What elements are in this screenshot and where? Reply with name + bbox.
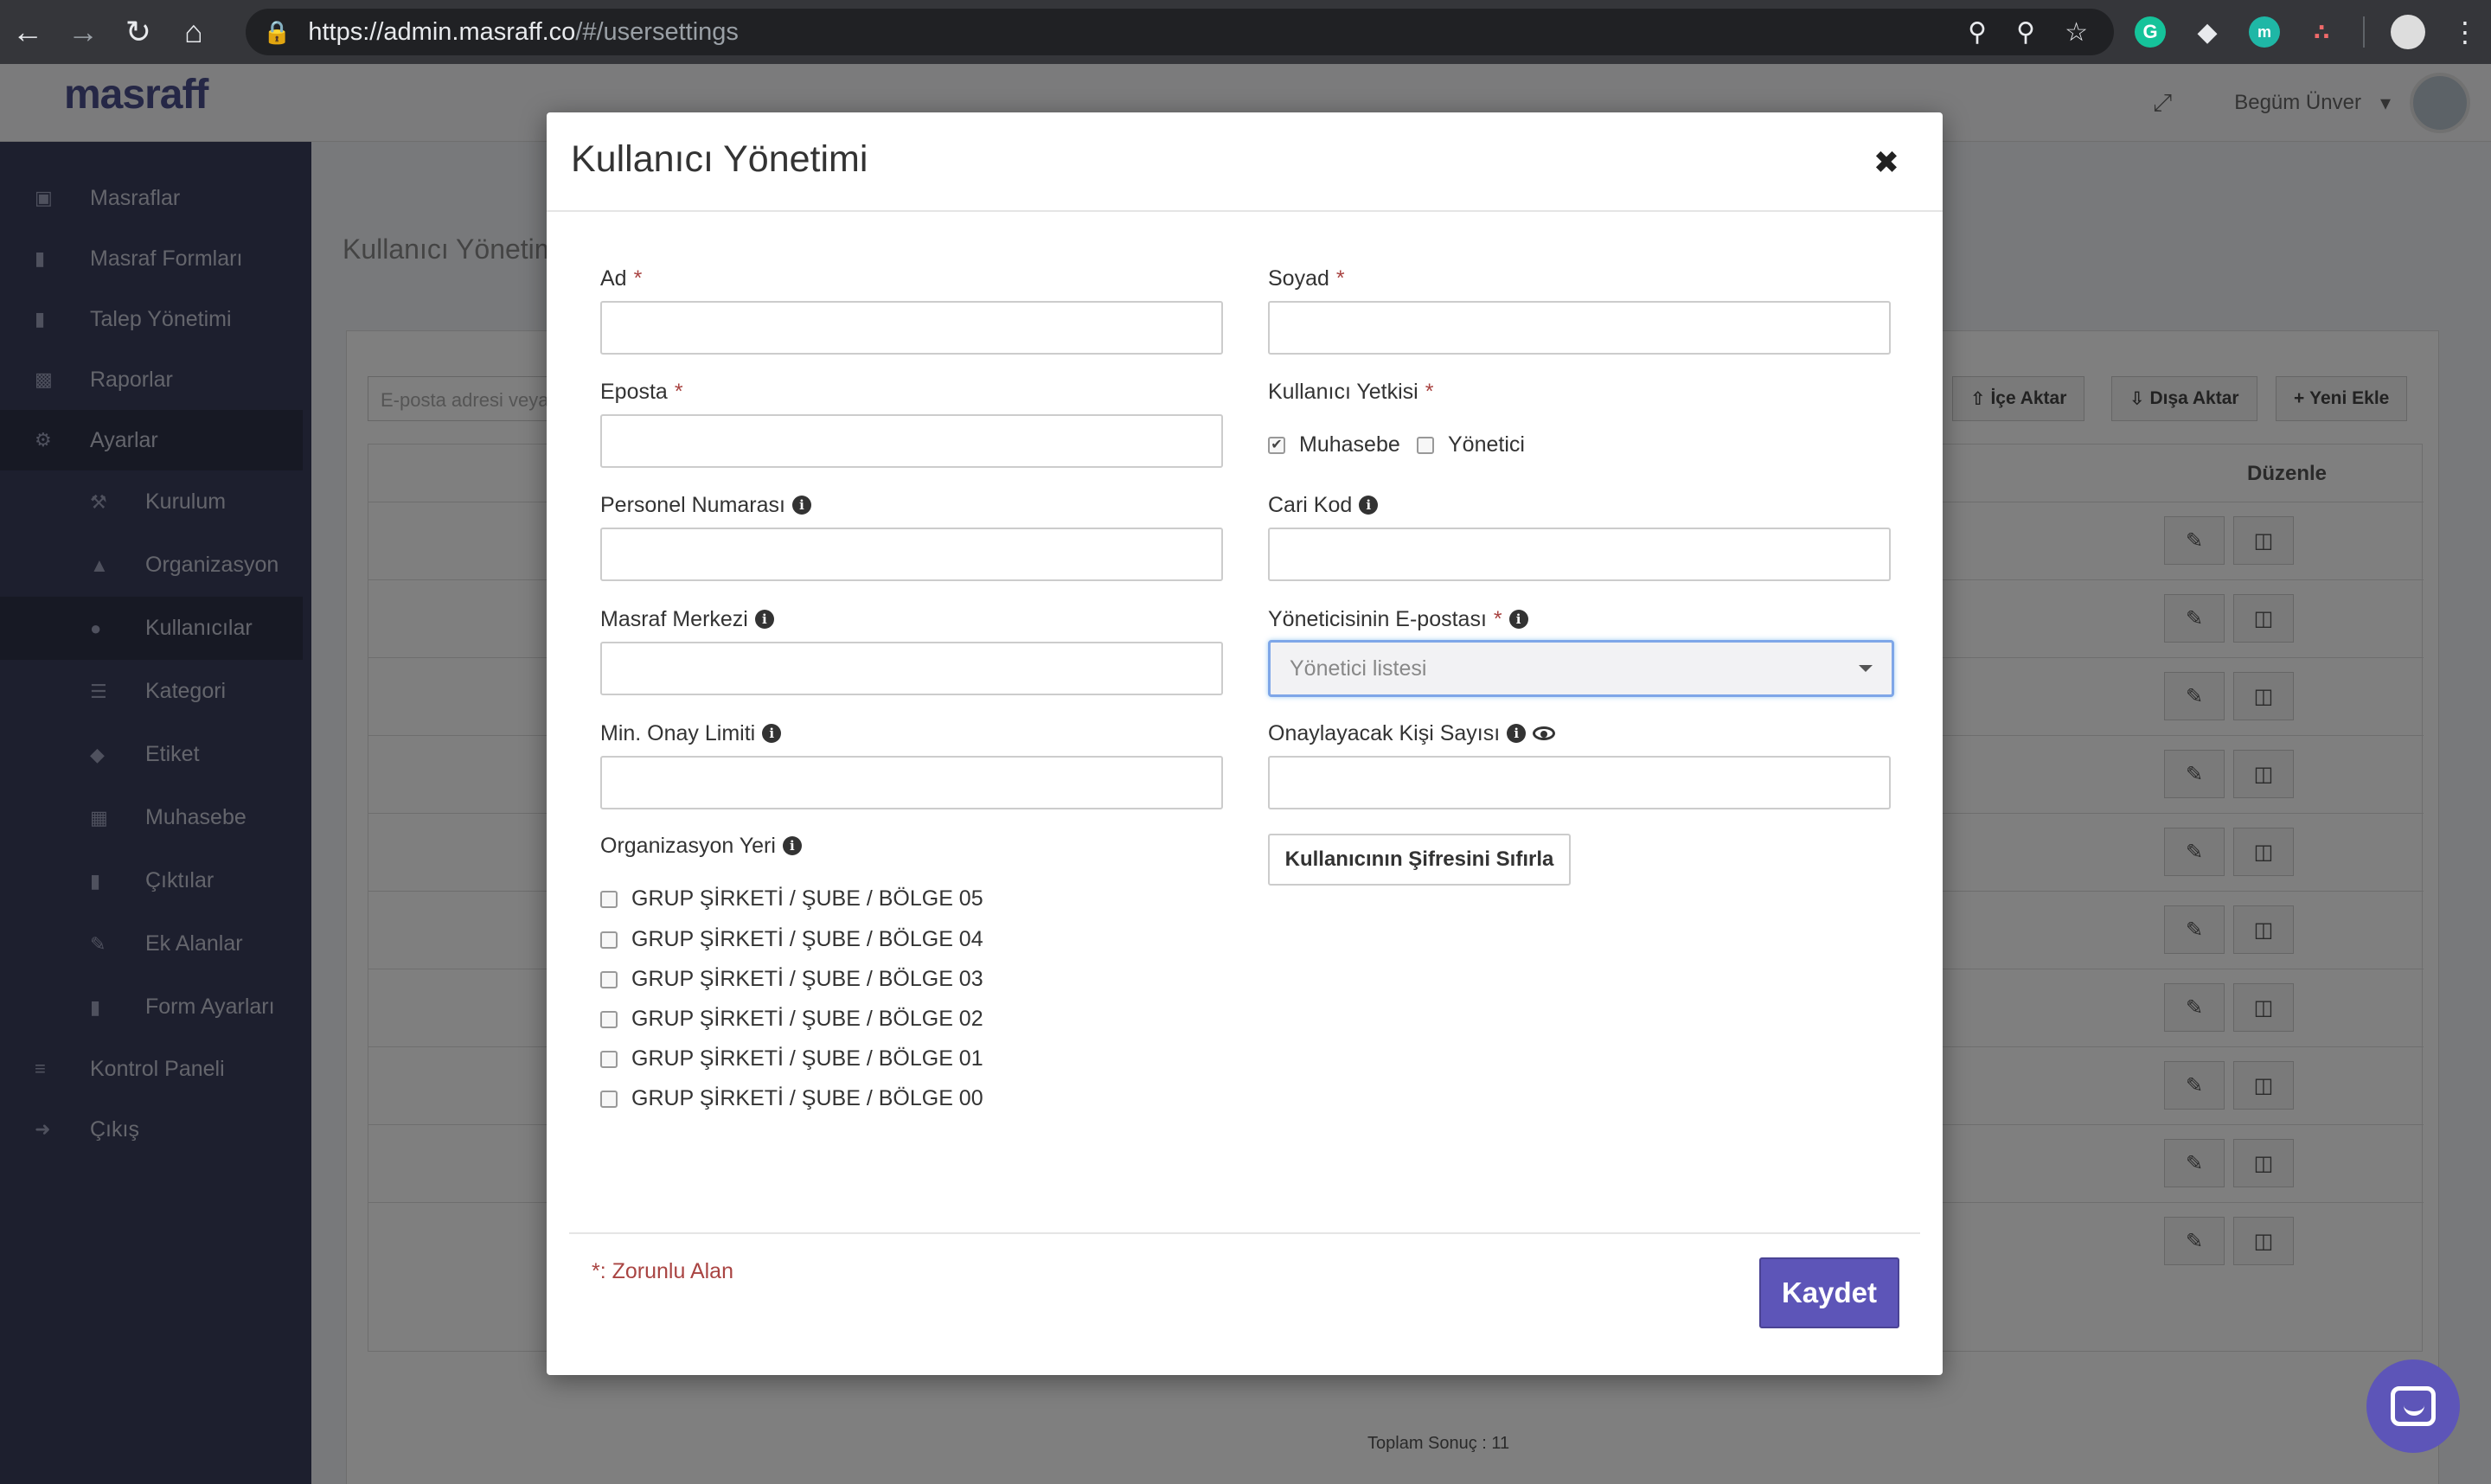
last-name-input[interactable]	[1268, 301, 1891, 355]
first-name-label: Ad	[600, 265, 627, 291]
checkbox-unchecked[interactable]	[600, 970, 618, 988]
org-option[interactable]: GRUP ŞİRKETİ / ŞUBE / BÖLGE 03	[600, 967, 983, 992]
cost-center-label: Masraf Merkezi	[600, 606, 748, 631]
min-approval-field: Min. Onay Limiti i	[600, 720, 1223, 809]
menu-dots-icon[interactable]: ⋮	[2451, 16, 2479, 48]
lock-icon: 🔒	[263, 18, 291, 45]
org-option[interactable]: GRUP ŞİRKETİ / ŞUBE / BÖLGE 04	[600, 927, 983, 952]
org-option[interactable]: GRUP ŞİRKETİ / ŞUBE / BÖLGE 05	[600, 886, 983, 912]
checkbox-unchecked[interactable]	[600, 931, 618, 949]
info-icon[interactable]: i	[1507, 724, 1527, 743]
min-approval-label: Min. Onay Limiti	[600, 720, 756, 745]
extension-m-icon[interactable]: m	[2249, 16, 2280, 48]
modal-footer-divider	[569, 1232, 1920, 1234]
org-option[interactable]: GRUP ŞİRKETİ / ŞUBE / BÖLGE 00	[600, 1086, 983, 1111]
manager-select-placeholder: Yönetici listesi	[1290, 656, 1427, 681]
approver-count-label: Onaylayacak Kişi Sayısı	[1268, 720, 1501, 745]
modal-title: Kullanıcı Yönetimi	[571, 138, 868, 180]
profile-avatar[interactable]	[2391, 15, 2425, 49]
permission-label: Kullanıcı Yetkisi	[1268, 379, 1418, 404]
last-name-field: Soyad *	[1268, 265, 1891, 355]
approver-count-input[interactable]	[1268, 756, 1891, 809]
org-option-label: GRUP ŞİRKETİ / ŞUBE / BÖLGE 01	[631, 1046, 983, 1071]
info-icon[interactable]: i	[762, 724, 782, 743]
email-input[interactable]	[600, 414, 1223, 468]
info-icon[interactable]: i	[1508, 610, 1528, 629]
chat-launcher-button[interactable]	[2366, 1359, 2460, 1453]
permission-muhasebe[interactable]: ✔ Muhasebe	[1268, 432, 1400, 457]
required-mark: *	[633, 265, 643, 291]
zoom-icon[interactable]: ⚲	[2016, 17, 2035, 48]
personnel-number-label: Personel Numarası	[600, 492, 785, 517]
org-option-label: GRUP ŞİRKETİ / ŞUBE / BÖLGE 02	[631, 1007, 983, 1031]
info-icon[interactable]: i	[782, 836, 802, 855]
back-icon[interactable]: ←	[0, 0, 55, 64]
required-mark: *	[1335, 265, 1345, 291]
star-icon[interactable]: ☆	[2065, 17, 2088, 48]
info-icon[interactable]: i	[754, 610, 774, 629]
chat-icon	[2391, 1386, 2436, 1426]
required-mark: *	[1493, 606, 1502, 631]
checkbox-unchecked[interactable]	[600, 1010, 618, 1028]
approver-count-field: Onaylayacak Kişi Sayısı i	[1268, 720, 1891, 809]
browser-toolbar: ← → ↻ ⌂ 🔒 https://admin.masraff.co/#/use…	[0, 0, 2491, 64]
checkbox-unchecked[interactable]	[600, 890, 618, 908]
close-icon[interactable]: ✖	[1873, 147, 1899, 178]
eye-icon[interactable]	[1533, 726, 1556, 740]
org-option[interactable]: GRUP ŞİRKETİ / ŞUBE / BÖLGE 01	[600, 1046, 983, 1071]
user-management-modal: Kullanıcı Yönetimi ✖ Ad * Soyad * Eposta * …	[547, 112, 1943, 1375]
gem-icon[interactable]: ◆	[2192, 16, 2223, 48]
org-option-label: GRUP ŞİRKETİ / ŞUBE / BÖLGE 03	[631, 967, 983, 991]
org-option-label: GRUP ŞİRKETİ / ŞUBE / BÖLGE 00	[631, 1086, 983, 1110]
first-name-input[interactable]	[600, 301, 1223, 355]
permission-yonetici[interactable]: Yönetici	[1417, 432, 1525, 457]
reset-password-button[interactable]: Kullanıcının Şifresini Sıfırla	[1268, 834, 1571, 886]
personnel-number-field: Personel Numarası i	[600, 491, 1223, 581]
email-field: Eposta *	[600, 378, 1223, 468]
org-option[interactable]: GRUP ŞİRKETİ / ŞUBE / BÖLGE 02	[600, 1007, 983, 1032]
checkbox-unchecked[interactable]	[600, 1090, 618, 1108]
manager-email-select[interactable]: Yönetici listesi	[1268, 640, 1894, 697]
cost-center-field: Masraf Merkezi i	[600, 605, 1223, 695]
address-bar[interactable]: 🔒 https://admin.masraff.co/#/usersetting…	[246, 9, 2114, 55]
info-icon[interactable]: i	[1359, 496, 1379, 515]
required-mark: *	[674, 379, 683, 404]
asana-icon[interactable]: ∴	[2306, 16, 2337, 48]
caret-down-icon	[1859, 665, 1873, 672]
permission-yonetici-label: Yönetici	[1448, 432, 1525, 457]
permission-field: Kullanıcı Yetkisi *	[1268, 378, 1891, 406]
home-icon[interactable]: ⌂	[166, 0, 221, 64]
modal-header: Kullanıcı Yönetimi ✖	[547, 112, 1943, 212]
forward-icon[interactable]: →	[55, 0, 111, 64]
account-code-field: Cari Kod i	[1268, 491, 1891, 581]
manager-email-field: Yöneticisinin E-postası * i Yönetici liste…	[1268, 605, 1894, 697]
required-mark: *	[1425, 379, 1434, 404]
first-name-field: Ad *	[600, 265, 1223, 355]
email-label: Eposta	[600, 379, 668, 404]
info-icon[interactable]: i	[791, 496, 811, 515]
checkbox-checked[interactable]: ✔	[1268, 436, 1285, 454]
checkbox-unchecked[interactable]	[600, 1050, 618, 1068]
url-text: https://admin.masraff.co/#/usersettings	[308, 17, 739, 46]
min-approval-input[interactable]	[600, 756, 1223, 809]
org-option-label: GRUP ŞİRKETİ / ŞUBE / BÖLGE 04	[631, 927, 983, 951]
manager-email-label: Yöneticisinin E-postası	[1268, 606, 1487, 631]
account-code-label: Cari Kod	[1268, 492, 1353, 517]
personnel-number-input[interactable]	[600, 528, 1223, 581]
cost-center-input[interactable]	[600, 642, 1223, 695]
toolbar-divider	[2363, 16, 2365, 48]
reload-icon[interactable]: ↻	[111, 0, 166, 64]
required-note: *: Zorunlu Alan	[592, 1259, 733, 1283]
grammarly-icon[interactable]: G	[2135, 16, 2166, 48]
last-name-label: Soyad	[1268, 265, 1329, 291]
key-icon[interactable]: ⚲	[1968, 17, 1987, 48]
checkbox-unchecked[interactable]	[1417, 436, 1434, 454]
org-option-label: GRUP ŞİRKETİ / ŞUBE / BÖLGE 05	[631, 886, 983, 911]
org-location-label: Organizasyon Yeri	[600, 833, 776, 858]
save-button[interactable]: Kaydet	[1759, 1257, 1899, 1328]
account-code-input[interactable]	[1268, 528, 1891, 581]
permission-muhasebe-label: Muhasebe	[1299, 432, 1400, 457]
org-location-field: Organizasyon Yeri i	[600, 832, 1223, 860]
